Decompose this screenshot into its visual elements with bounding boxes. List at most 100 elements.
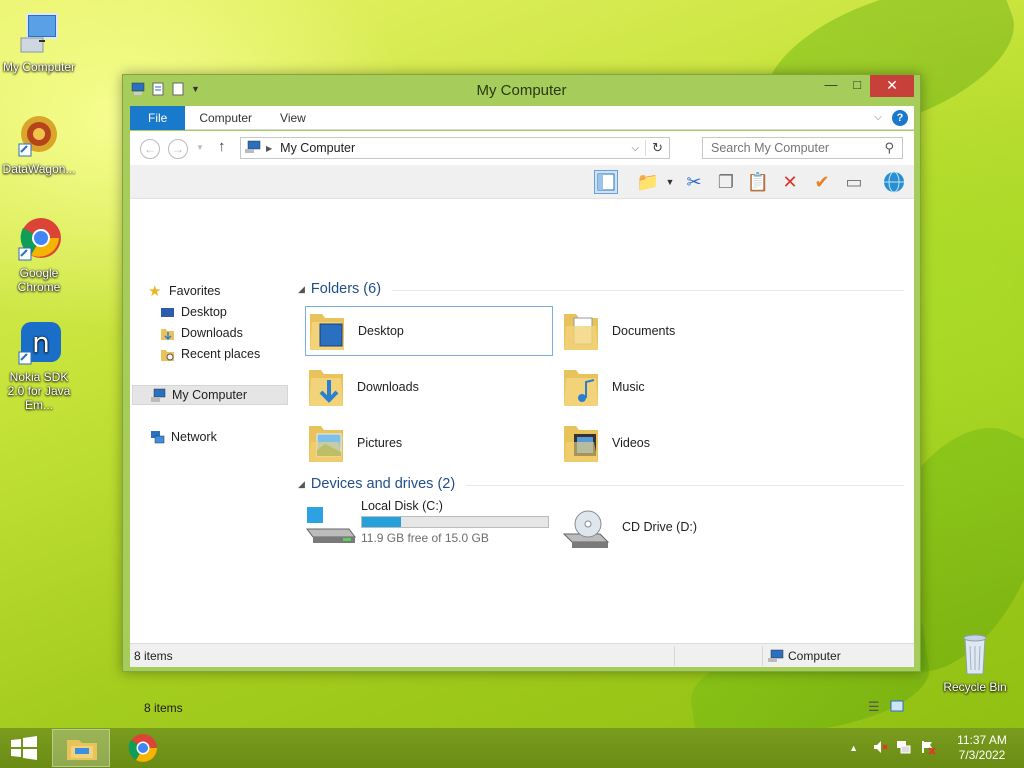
search-icon[interactable]: ⚲ [884, 140, 894, 156]
taskbar-file-explorer[interactable] [52, 729, 110, 767]
music-folder-icon [560, 364, 602, 410]
status-bar: 8 items Computer [130, 643, 914, 667]
forward-button[interactable]: → [168, 139, 188, 159]
network-status-icon[interactable] [896, 739, 912, 758]
folder-downloads[interactable]: Downloads [305, 362, 553, 412]
volume-muted-icon[interactable] [872, 739, 888, 758]
delete-icon[interactable]: ✕ [778, 170, 802, 194]
breadcrumb-chevron-icon[interactable]: ▶ [266, 144, 272, 153]
address-dropdown-icon[interactable]: ⌵ [632, 143, 640, 154]
desktop-icon-nokia-sdk[interactable]: n Nokia SDK 2.0 for Java Em... [0, 320, 78, 412]
preview-pane-icon[interactable] [594, 170, 618, 194]
recycle-bin-icon [951, 630, 999, 678]
nav-favorites-desktop[interactable]: Desktop [160, 302, 227, 322]
folder-pictures[interactable]: Pictures [305, 418, 553, 468]
search-box[interactable]: ⚲ [702, 137, 903, 159]
dropdown-arrow-icon[interactable]: ▼ [658, 170, 682, 194]
chrome-icon [15, 216, 63, 264]
content-area: ★ Favorites Desktop Downloads Recent pla… [130, 199, 914, 715]
folder-videos[interactable]: Videos [560, 418, 808, 468]
desktop-icon-label: DataWagon... [2, 162, 76, 176]
desktop-icon-datawagon[interactable]: DataWagon... [0, 112, 78, 176]
help-icon[interactable]: ? [892, 109, 908, 126]
folder-label: Videos [612, 436, 650, 450]
rename-icon[interactable]: ▭ [842, 170, 866, 194]
drives-section-header[interactable]: ◢ Devices and drives (2) [298, 476, 455, 492]
folders-header-label: Folders (6) [310, 281, 382, 297]
folders-section-header[interactable]: ◢ Folders (6) [298, 281, 381, 297]
folder-documents[interactable]: Documents [560, 306, 808, 356]
nav-favorites-downloads[interactable]: Downloads [160, 323, 243, 343]
desktop-icon-my-computer[interactable]: My Computer [0, 10, 78, 74]
apply-icon[interactable]: ✔ [810, 170, 834, 194]
computer-icon [245, 140, 261, 157]
nav-favorites[interactable]: ★ Favorites [148, 281, 220, 301]
recent-locations-icon[interactable]: ▼ [196, 143, 204, 152]
desktop-icon-label: My Computer [2, 60, 76, 74]
svg-text:n: n [32, 326, 50, 359]
close-button[interactable]: ✕ [870, 75, 914, 97]
taskbar-google-chrome[interactable] [114, 729, 172, 767]
desktop-icon-label: Google Chrome [17, 266, 61, 294]
folder-label: Music [612, 380, 645, 394]
network-globe-icon[interactable] [882, 170, 906, 194]
address-bar[interactable]: ▶ My Computer ⌵ ↻ [240, 137, 670, 159]
drive-local-disk-c[interactable]: Local Disk (C:) 11.9 GB free of 15.0 GB [305, 499, 553, 555]
desktop-folder-icon [306, 308, 348, 354]
tab-file[interactable]: File [130, 105, 186, 130]
title-bar[interactable]: ▼ My Computer — □ ✕ [123, 75, 920, 105]
ribbon-tabs: File Computer View ⌵ ? [130, 105, 914, 130]
nav-favorites-recent-places[interactable]: Recent places [160, 344, 260, 364]
show-desktop-button[interactable] [1014, 728, 1024, 768]
nav-my-computer[interactable]: My Computer [132, 385, 288, 405]
documents-folder-icon [560, 308, 602, 354]
tab-computer[interactable]: Computer [185, 106, 266, 130]
cd-drive-icon [560, 504, 612, 550]
file-explorer-icon [67, 740, 97, 760]
collapse-icon[interactable]: ◢ [298, 284, 305, 295]
action-center-icon[interactable] [920, 739, 936, 758]
address-path: My Computer [280, 141, 356, 155]
datawagon-icon [15, 112, 63, 160]
folder-label: Pictures [357, 436, 403, 450]
nav-label: Network [171, 430, 217, 444]
folder-music[interactable]: Music [560, 362, 808, 412]
computer-icon [15, 10, 63, 58]
drive-cd-d[interactable]: CD Drive (D:) [560, 499, 808, 555]
copy-icon[interactable]: ❐ [714, 170, 738, 194]
expand-ribbon-icon[interactable]: ⌵ [874, 112, 882, 123]
folder-label: Documents [612, 324, 676, 338]
folder-desktop[interactable]: Desktop [305, 306, 553, 356]
nav-label: My Computer [172, 388, 248, 402]
clock-date: 7/3/2022 [958, 748, 1006, 762]
search-input[interactable] [711, 141, 871, 155]
collapse-icon[interactable]: ◢ [298, 479, 305, 490]
cut-icon[interactable]: ✂ [682, 170, 706, 194]
check-folder-icon[interactable]: 📁 [636, 170, 660, 194]
desktop-icon-recycle-bin[interactable]: Recycle Bin [936, 630, 1014, 694]
computer-icon [768, 649, 784, 666]
clock[interactable]: 11:37 AM 7/3/2022 [950, 733, 1014, 763]
nav-network[interactable]: Network [150, 427, 217, 447]
status-divider [762, 646, 763, 666]
clock-time: 11:37 AM [957, 733, 1007, 747]
maximize-button[interactable]: □ [844, 75, 870, 97]
videos-folder-icon [560, 420, 602, 466]
minimize-button[interactable]: — [818, 75, 844, 97]
section-divider [392, 290, 904, 291]
folder-label: Downloads [357, 380, 419, 394]
large-icons-view-icon[interactable] [890, 699, 904, 716]
up-icon[interactable]: ↑ [218, 138, 226, 155]
navigation-pane: ★ Favorites Desktop Downloads Recent pla… [130, 199, 296, 619]
drive-free-space: 11.9 GB free of 15.0 GB [361, 531, 489, 545]
start-button[interactable] [0, 728, 48, 768]
paste-icon[interactable]: 📋 [746, 170, 770, 194]
nav-label: Desktop [181, 305, 227, 319]
details-view-icon[interactable]: ☰ [868, 699, 880, 715]
show-hidden-icons-icon[interactable]: ▲ [849, 743, 858, 753]
refresh-icon[interactable]: ↻ [645, 140, 669, 156]
back-button[interactable]: ← [140, 139, 160, 159]
tab-view[interactable]: View [266, 106, 320, 130]
recent-places-icon [160, 347, 175, 362]
desktop-icon-google-chrome[interactable]: Google Chrome [0, 216, 78, 294]
